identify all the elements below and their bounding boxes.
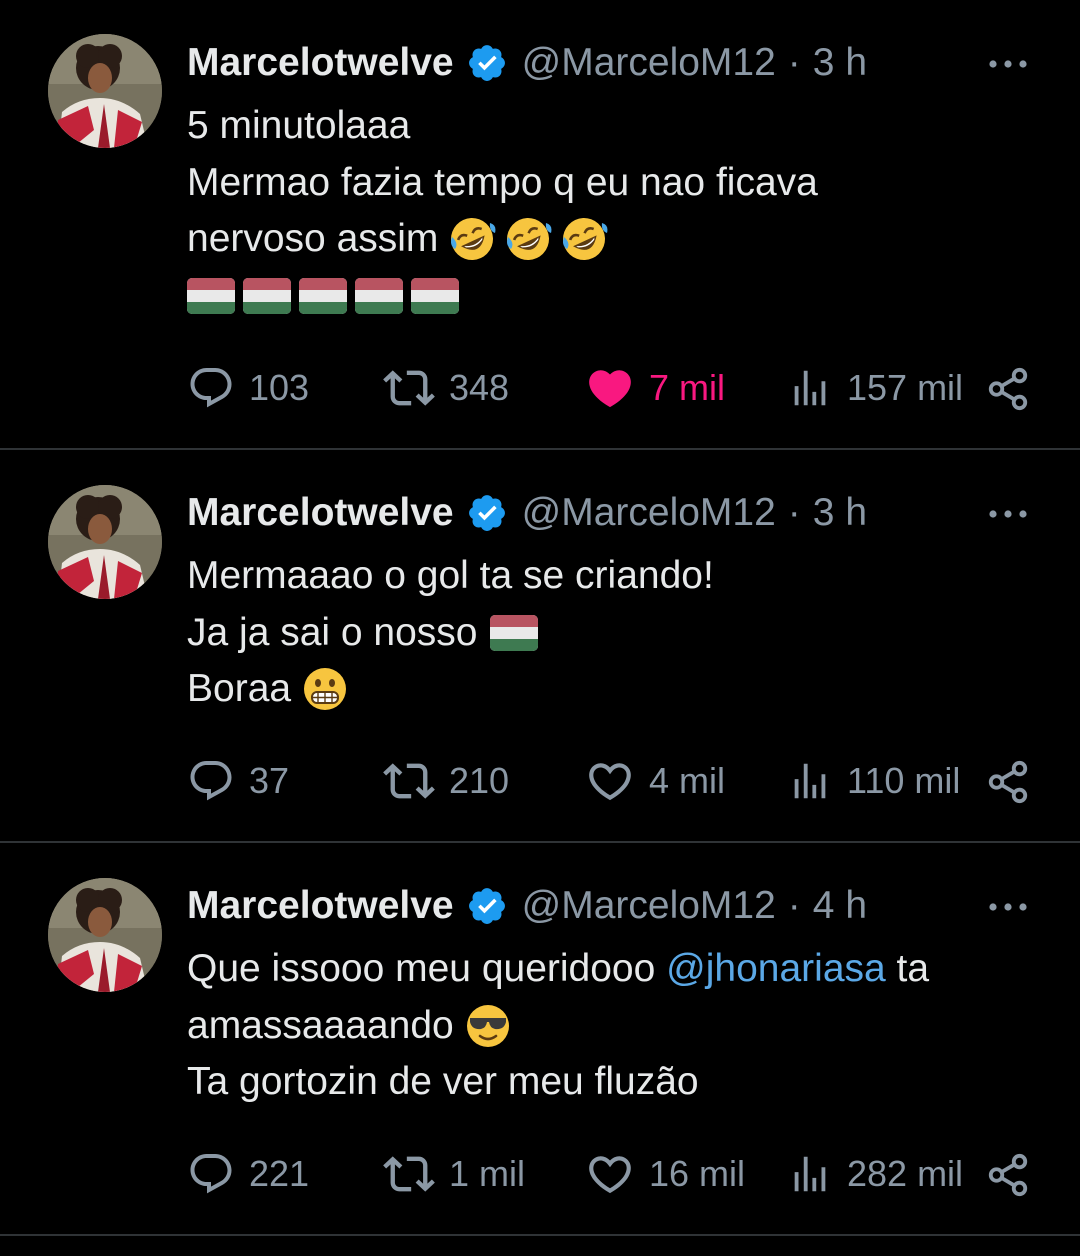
share-icon[interactable] <box>985 1152 1031 1198</box>
flag-emoji-icon <box>355 278 403 314</box>
action-bar: 103 348 7 mil 157 mil <box>187 358 1047 418</box>
repost-button[interactable]: 1 mil <box>383 1144 525 1204</box>
rolling-on-floor-laughing-emoji-icon <box>504 215 552 263</box>
tweet-line: Ta gortozin de ver meu fluzão <box>187 1060 699 1103</box>
flag-emoji-icon <box>299 278 347 314</box>
more-options-icon[interactable] <box>986 504 1030 524</box>
views-button[interactable]: 157 mil <box>787 358 963 418</box>
tweet-3[interactable]: Marcelotwelve @MarceloM12 · 4 h Que isso… <box>0 844 1080 1236</box>
tweet-text: Mermaaao o gol ta se criando! Ja ja sai … <box>187 548 1047 718</box>
tweet-text: Que issooo meu queridooo @jhonariasa ta … <box>187 941 1047 1111</box>
avatar-image <box>48 485 162 599</box>
repost-icon <box>383 362 435 414</box>
repost-count: 210 <box>449 760 510 801</box>
repost-count: 348 <box>449 367 510 408</box>
tweet-2[interactable]: Marcelotwelve @MarceloM12 · 3 h Mermaaao… <box>0 451 1080 843</box>
view-count: 282 mil <box>847 1153 964 1194</box>
heart-filled-icon <box>585 363 635 413</box>
rolling-on-floor-laughing-emoji-icon <box>560 215 608 263</box>
heart-icon <box>585 1149 635 1199</box>
avatar-image <box>48 34 162 148</box>
like-count: 7 mil <box>649 367 726 408</box>
display-name[interactable]: Marcelotwelve <box>187 491 454 535</box>
user-handle[interactable]: @MarceloM12 <box>522 491 776 535</box>
avatar-image <box>48 878 162 992</box>
view-count: 110 mil <box>847 760 961 801</box>
views-button[interactable]: 110 mil <box>787 751 960 811</box>
verified-badge-icon <box>466 42 508 84</box>
separator-dot: · <box>787 491 801 534</box>
tweet-line: Que issooo meu queridooo <box>187 947 656 990</box>
reply-icon <box>187 364 235 412</box>
views-icon <box>787 758 833 804</box>
views-button[interactable]: 282 mil <box>787 1144 963 1204</box>
more-options-icon[interactable] <box>986 54 1030 74</box>
tweet-line: 5 minutolaaa <box>187 104 411 147</box>
tweet-line: Mermaaao o gol ta se criando! <box>187 554 714 597</box>
user-handle[interactable]: @MarceloM12 <box>522 884 776 928</box>
display-name[interactable]: Marcelotwelve <box>187 884 454 928</box>
like-count: 4 mil <box>649 760 726 801</box>
divider <box>0 1234 1080 1236</box>
reply-icon <box>187 757 235 805</box>
verified-badge-icon <box>466 492 508 534</box>
reply-count: 37 <box>249 760 290 801</box>
tweet-line: Ja ja sai o nosso <box>187 610 478 654</box>
separator-dot: · <box>787 41 801 84</box>
avatar[interactable] <box>48 878 162 992</box>
divider <box>0 448 1080 450</box>
flag-emoji-icon <box>490 615 538 651</box>
reply-count: 103 <box>249 367 310 408</box>
share-icon[interactable] <box>985 366 1031 412</box>
rolling-on-floor-laughing-emoji-icon <box>448 215 496 263</box>
like-button[interactable]: 4 mil <box>585 751 725 811</box>
views-icon <box>787 365 833 411</box>
tweet-line: nervoso assim <box>187 217 439 260</box>
reply-icon <box>187 1150 235 1198</box>
user-handle[interactable]: @MarceloM12 <box>522 41 776 85</box>
like-button[interactable]: 16 mil <box>585 1144 745 1204</box>
reply-button[interactable]: 103 <box>187 358 309 418</box>
mention-link[interactable]: @jhonariasa <box>666 941 886 998</box>
timestamp[interactable]: 3 h <box>813 41 867 85</box>
views-icon <box>787 1151 833 1197</box>
more-options-icon[interactable] <box>986 897 1030 917</box>
tweet-line: Mermao fazia tempo q eu nao ficava <box>187 160 818 204</box>
flag-emoji-icon <box>187 278 235 314</box>
repost-icon <box>383 1148 435 1200</box>
action-bar: 221 1 mil 16 mil 282 mil <box>187 1144 1047 1204</box>
grimacing-face-emoji-icon <box>301 665 349 713</box>
share-icon[interactable] <box>985 759 1031 805</box>
tweet-line: Boraa <box>187 667 292 710</box>
display-name[interactable]: Marcelotwelve <box>187 41 454 85</box>
reply-button[interactable]: 221 <box>187 1144 309 1204</box>
tweet-1[interactable]: Marcelotwelve @MarceloM12 · 3 h 5 minuto… <box>0 0 1080 450</box>
avatar[interactable] <box>48 485 162 599</box>
reply-count: 221 <box>249 1153 310 1194</box>
repost-count: 1 mil <box>449 1153 526 1194</box>
repost-button[interactable]: 210 <box>383 751 509 811</box>
avatar[interactable] <box>48 34 162 148</box>
timestamp[interactable]: 4 h <box>813 884 867 928</box>
tweet-text: 5 minutolaaa Mermao fazia tempo q eu nao… <box>187 98 1047 324</box>
separator-dot: · <box>787 884 801 927</box>
flag-emoji-icon <box>411 278 459 314</box>
heart-icon <box>585 756 635 806</box>
like-count: 16 mil <box>649 1153 746 1194</box>
like-button[interactable]: 7 mil <box>585 358 725 418</box>
tweet-line: ta <box>896 947 930 990</box>
action-bar: 37 210 4 mil 110 mil <box>187 751 1047 811</box>
smiling-face-with-sunglasses-emoji-icon <box>464 1002 512 1050</box>
timestamp[interactable]: 3 h <box>813 491 867 535</box>
flag-emoji-icon <box>243 278 291 314</box>
view-count: 157 mil <box>847 367 964 408</box>
divider <box>0 841 1080 843</box>
reply-button[interactable]: 37 <box>187 751 289 811</box>
tweet-line: amassaaaando <box>187 1003 454 1047</box>
verified-badge-icon <box>466 885 508 927</box>
repost-button[interactable]: 348 <box>383 358 509 418</box>
repost-icon <box>383 755 435 807</box>
